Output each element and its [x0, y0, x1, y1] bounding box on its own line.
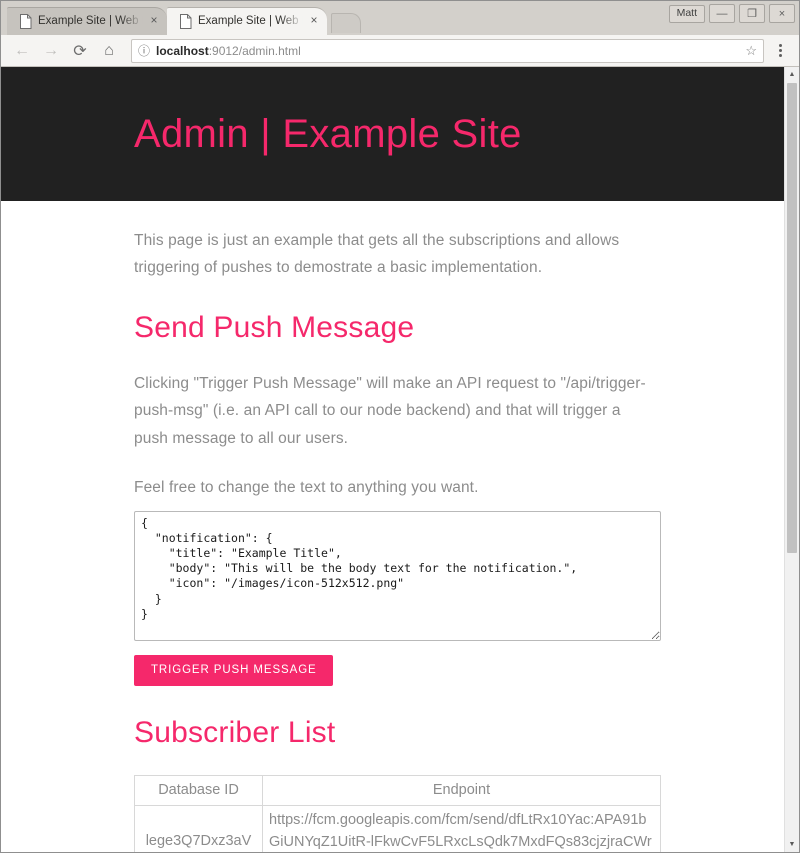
- subscriber-list-heading: Subscriber List: [134, 716, 336, 750]
- subscriber-table: Database ID Endpoint lege3Q7Dxz3aVShL ht…: [134, 775, 661, 852]
- maximize-button[interactable]: ❐: [739, 4, 765, 23]
- send-push-paragraph-2: Feel free to change the text to anything…: [134, 478, 479, 496]
- page-title: Admin | Example Site: [134, 112, 522, 156]
- url-text: localhost:9012/admin.html: [156, 44, 739, 58]
- home-icon[interactable]: ⌂: [96, 38, 122, 64]
- url-host: localhost: [156, 43, 209, 58]
- window-controls: Matt — ❐ ×: [668, 4, 795, 23]
- url-path: :9012/admin.html: [208, 43, 301, 58]
- new-tab-button[interactable]: [331, 13, 361, 33]
- back-icon[interactable]: ←: [9, 38, 35, 64]
- table-row: lege3Q7Dxz3aVShL https://fcm.googleapis.…: [134, 804, 661, 852]
- forward-icon[interactable]: →: [38, 38, 64, 64]
- intro-paragraph: This page is just an example that gets a…: [134, 232, 620, 277]
- close-icon[interactable]: ×: [147, 14, 161, 28]
- table-head: Database ID Endpoint: [134, 775, 661, 806]
- browser-tab-1[interactable]: Example Site | Web P ×: [7, 7, 167, 35]
- trigger-push-message-button[interactable]: Trigger Push Message: [134, 654, 333, 687]
- scroll-down-arrow-icon[interactable]: ▼: [785, 837, 799, 852]
- close-icon[interactable]: ×: [307, 14, 321, 28]
- scroll-up-arrow-icon[interactable]: ▲: [785, 67, 799, 82]
- page-viewport: Admin | Example Site This page is just a…: [1, 67, 799, 852]
- site-info-icon[interactable]: ⓘ: [138, 42, 150, 59]
- send-push-heading: Send Push Message: [134, 311, 415, 345]
- minimize-button[interactable]: —: [709, 4, 735, 23]
- browser-tab-2[interactable]: Example Site | Web P ×: [167, 7, 327, 35]
- page-scrollbar[interactable]: ▲ ▼: [784, 67, 799, 852]
- tab-title: Example Site | Web P: [38, 14, 144, 27]
- close-window-button[interactable]: ×: [769, 4, 795, 23]
- bookmark-star-icon[interactable]: ☆: [745, 43, 757, 59]
- send-push-paragraph-1: Clicking "Trigger Push Message" will mak…: [134, 375, 646, 447]
- user-profile-chip[interactable]: Matt: [668, 4, 705, 23]
- page-content: This page is just an example that gets a…: [1, 201, 784, 852]
- page-icon: [179, 13, 192, 29]
- scrollbar-thumb[interactable]: [787, 83, 797, 553]
- notification-payload-textarea[interactable]: [134, 510, 661, 641]
- site-header: Admin | Example Site: [1, 67, 784, 201]
- address-bar[interactable]: ⓘ localhost:9012/admin.html ☆: [131, 38, 764, 63]
- cell-database-id: lege3Q7Dxz3aVShL: [134, 804, 263, 852]
- more-options-icon[interactable]: [769, 38, 791, 64]
- table-header-row: Database ID Endpoint: [134, 775, 661, 806]
- tab-strip: Example Site | Web P × Example Site | We…: [1, 1, 799, 35]
- reload-icon[interactable]: ⟳: [67, 38, 93, 64]
- web-page: Admin | Example Site This page is just a…: [1, 67, 784, 852]
- tab-title: Example Site | Web P: [198, 14, 304, 27]
- browser-toolbar: ← → ⟳ ⌂ ⓘ localhost:9012/admin.html ☆: [1, 35, 799, 67]
- table-body: lege3Q7Dxz3aVShL https://fcm.googleapis.…: [134, 804, 661, 852]
- column-header-endpoint: Endpoint: [262, 775, 661, 806]
- page-icon: [19, 13, 32, 29]
- column-header-database-id: Database ID: [134, 775, 263, 806]
- browser-window: Example Site | Web P × Example Site | We…: [0, 0, 800, 853]
- cell-endpoint: https://fcm.googleapis.com/fcm/send/dfLt…: [262, 804, 661, 852]
